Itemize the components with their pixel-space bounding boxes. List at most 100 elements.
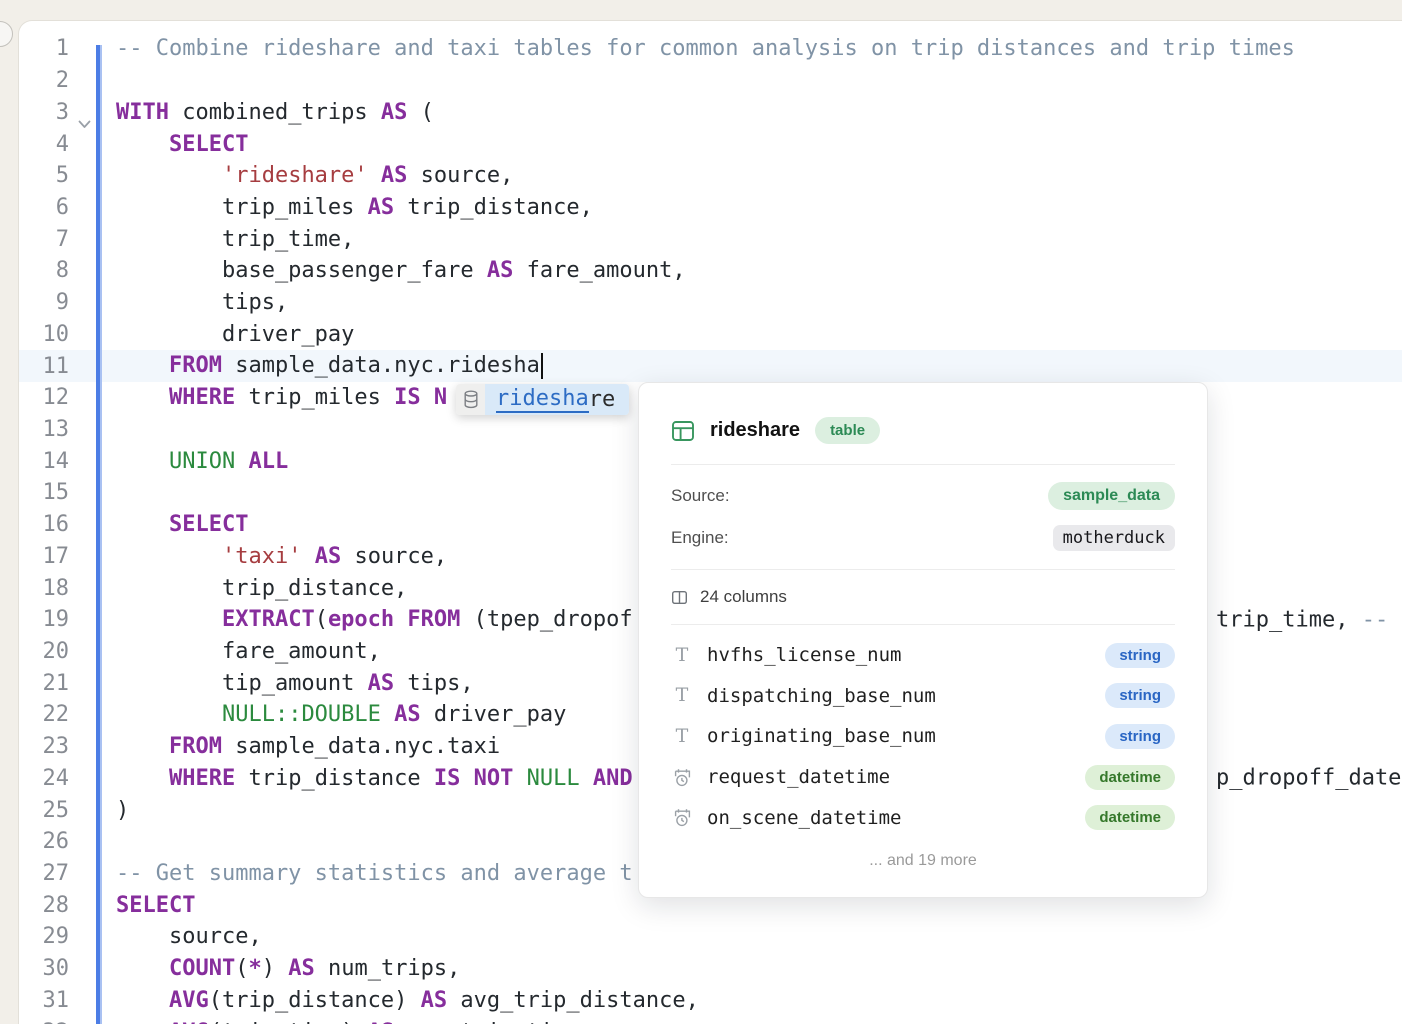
column-type-pill: string (1105, 643, 1175, 668)
line-number[interactable]: 5 (19, 163, 69, 188)
line-number[interactable]: 20 (19, 639, 69, 664)
line-number[interactable]: 21 (19, 671, 69, 696)
info-value-pill: motherduck (1053, 525, 1175, 551)
text-type-icon: T (676, 646, 689, 665)
code-text: trip_distance, (116, 576, 407, 601)
column-type-pill: string (1105, 683, 1175, 708)
column-type-pill: string (1105, 724, 1175, 749)
line-number[interactable]: 9 (19, 290, 69, 315)
line-number[interactable]: 19 (19, 607, 69, 632)
popup-title: rideshare (710, 419, 800, 442)
sql-editor-panel: 1 -- Combine rideshare and taxi tables fo… (18, 20, 1402, 1024)
column-name: request_datetime (707, 766, 1085, 788)
column-type-pill: datetime (1085, 765, 1175, 790)
info-row: Source:sample_data (671, 475, 1175, 517)
line-number[interactable]: 28 (19, 893, 69, 918)
code-text: ) (116, 798, 129, 823)
code-line-8[interactable]: 8 base_passenger_fare AS fare_amount, (19, 255, 1402, 287)
line-number[interactable]: 24 (19, 766, 69, 791)
column-item: Thvfhs_license_numstring (671, 635, 1175, 676)
column-name: originating_base_num (707, 725, 1105, 747)
code-line-1[interactable]: 1 -- Combine rideshare and taxi tables fo… (19, 33, 1402, 65)
table-icon (671, 419, 695, 443)
info-section: Source:sample_data Engine: motherduck (671, 465, 1175, 569)
fold-chevron-icon[interactable] (75, 108, 93, 140)
autocomplete-rest-text: re (589, 387, 616, 412)
autocomplete-item-rideshare[interactable]: rideshare (485, 384, 629, 415)
code-line-5[interactable]: 5 'rideshare' AS source, (19, 160, 1402, 192)
column-item: request_datetimedatetime (671, 757, 1175, 798)
line-number[interactable]: 32 (19, 1020, 69, 1024)
code-text: -- Get summary statistics and average t (116, 861, 633, 886)
code-line-9[interactable]: 9 tips, (19, 287, 1402, 319)
line-number[interactable]: 16 (19, 512, 69, 537)
line-number[interactable]: 8 (19, 258, 69, 283)
code-text: SELECT (116, 132, 248, 157)
line-number[interactable]: 18 (19, 576, 69, 601)
code-text-fragment: trip_time, -- (1216, 607, 1388, 632)
code-line-10[interactable]: 10 driver_pay (19, 318, 1402, 350)
line-number[interactable]: 2 (19, 68, 69, 93)
autocomplete-suggestion[interactable]: rideshare (456, 384, 629, 415)
columns-list: Thvfhs_license_numstringTdispatching_bas… (671, 625, 1175, 838)
code-text: 'rideshare' AS source, (116, 163, 513, 188)
line-number[interactable]: 29 (19, 924, 69, 949)
code-line-32[interactable]: 32 AVG(trip_time) AS avg_trip_time, (19, 1016, 1402, 1024)
line-number[interactable]: 11 (19, 354, 69, 379)
code-text: WITH combined_trips AS ( (116, 100, 434, 125)
line-number[interactable]: 4 (19, 132, 69, 157)
text-type-icon: T (676, 686, 689, 705)
database-icon (456, 384, 485, 415)
line-number[interactable]: 22 (19, 702, 69, 727)
info-label: Source: (671, 486, 730, 506)
code-line-31[interactable]: 31 AVG(trip_distance) AS avg_trip_distan… (19, 985, 1402, 1017)
line-number[interactable]: 25 (19, 798, 69, 823)
code-line-30[interactable]: 30 COUNT(*) AS num_trips, (19, 953, 1402, 985)
line-number[interactable]: 27 (19, 861, 69, 886)
code-text: WHERE trip_distance IS NOT NULL AND (116, 766, 633, 791)
table-info-popup: rideshare table Source:sample_dataEngine… (638, 382, 1208, 898)
code-line-29[interactable]: 29 source, (19, 921, 1402, 953)
panel-edge-button[interactable] (0, 21, 13, 47)
line-number[interactable]: 3 (19, 100, 69, 125)
line-number[interactable]: 17 (19, 544, 69, 569)
code-text: tips, (116, 290, 288, 315)
code-line-11[interactable]: 11 FROM sample_data.nyc.ridesha (19, 350, 1402, 382)
code-text: EXTRACT(epoch FROM (tpep_dropof (116, 607, 633, 632)
column-item: Toriginating_base_numstring (671, 716, 1175, 757)
line-number[interactable]: 26 (19, 829, 69, 854)
line-number[interactable]: 30 (19, 956, 69, 981)
info-row: Engine: motherduck (671, 517, 1175, 559)
code-text: AVG(trip_distance) AS avg_trip_distance, (116, 988, 699, 1013)
line-number[interactable]: 14 (19, 449, 69, 474)
line-number[interactable]: 23 (19, 734, 69, 759)
code-line-4[interactable]: 4 SELECT (19, 128, 1402, 160)
code-line-2[interactable]: 2 (19, 65, 1402, 97)
columns-count: 24 columns (700, 587, 787, 607)
line-number[interactable]: 1 (19, 36, 69, 61)
line-number[interactable]: 12 (19, 385, 69, 410)
code-text: -- Combine rideshare and taxi tables for… (116, 36, 1295, 61)
code-text: SELECT (116, 893, 195, 918)
column-name: on_scene_datetime (707, 807, 1085, 829)
line-number[interactable]: 7 (19, 227, 69, 252)
line-number[interactable]: 6 (19, 195, 69, 220)
code-text: NULL::DOUBLE AS driver_pay (116, 702, 566, 727)
column-item: on_scene_datetimedatetime (671, 797, 1175, 838)
code-text: 'taxi' AS source, (116, 544, 447, 569)
line-number[interactable]: 31 (19, 988, 69, 1013)
code-line-6[interactable]: 6 trip_miles AS trip_distance, (19, 192, 1402, 224)
code-text-fragment: p_dropoff_datet (1216, 766, 1402, 791)
more-columns-text: ... and 19 more (671, 852, 1175, 870)
calendar-clock-icon (673, 808, 692, 827)
code-line-7[interactable]: 7 trip_time, (19, 223, 1402, 255)
line-number[interactable]: 13 (19, 417, 69, 442)
column-type-pill: datetime (1085, 805, 1175, 830)
column-name: dispatching_base_num (707, 685, 1105, 707)
code-text: FROM sample_data.nyc.ridesha (116, 353, 543, 379)
code-line-3[interactable]: 3 WITH combined_trips AS ( (19, 96, 1402, 128)
line-number[interactable]: 15 (19, 480, 69, 505)
line-number[interactable]: 10 (19, 322, 69, 347)
code-text: UNION ALL (116, 449, 288, 474)
info-label: Engine: (671, 528, 729, 548)
